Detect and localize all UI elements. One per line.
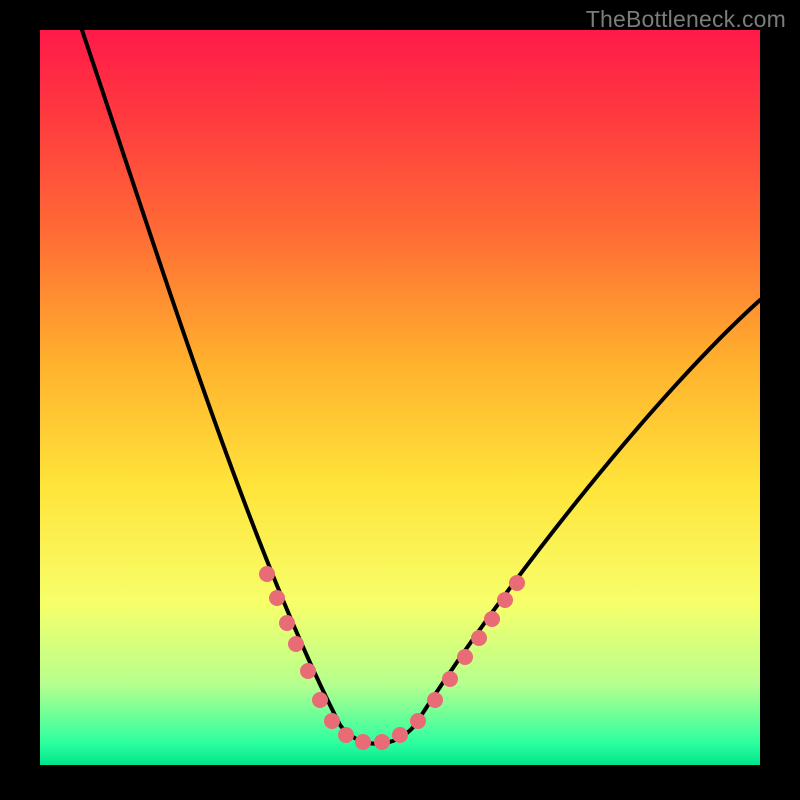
curve-marker — [269, 590, 285, 606]
curve-marker — [355, 734, 371, 750]
watermark-text: TheBottleneck.com — [586, 6, 786, 33]
curve-marker — [484, 611, 500, 627]
curve-marker — [324, 713, 340, 729]
curve-marker — [471, 630, 487, 646]
bottleneck-curve-thick — [82, 30, 760, 744]
curve-markers — [259, 566, 525, 750]
curve-marker — [392, 727, 408, 743]
curve-marker — [312, 692, 328, 708]
curve-marker — [300, 663, 316, 679]
curve-marker — [338, 727, 354, 743]
curve-svg — [40, 30, 760, 765]
curve-marker — [410, 713, 426, 729]
curve-marker — [442, 671, 458, 687]
plot-area — [40, 30, 760, 765]
curve-marker — [457, 649, 473, 665]
chart-frame: TheBottleneck.com — [0, 0, 800, 800]
curve-marker — [288, 636, 304, 652]
curve-marker — [497, 592, 513, 608]
curve-marker — [509, 575, 525, 591]
curve-marker — [279, 615, 295, 631]
curve-marker — [259, 566, 275, 582]
curve-marker — [427, 692, 443, 708]
curve-marker — [374, 734, 390, 750]
